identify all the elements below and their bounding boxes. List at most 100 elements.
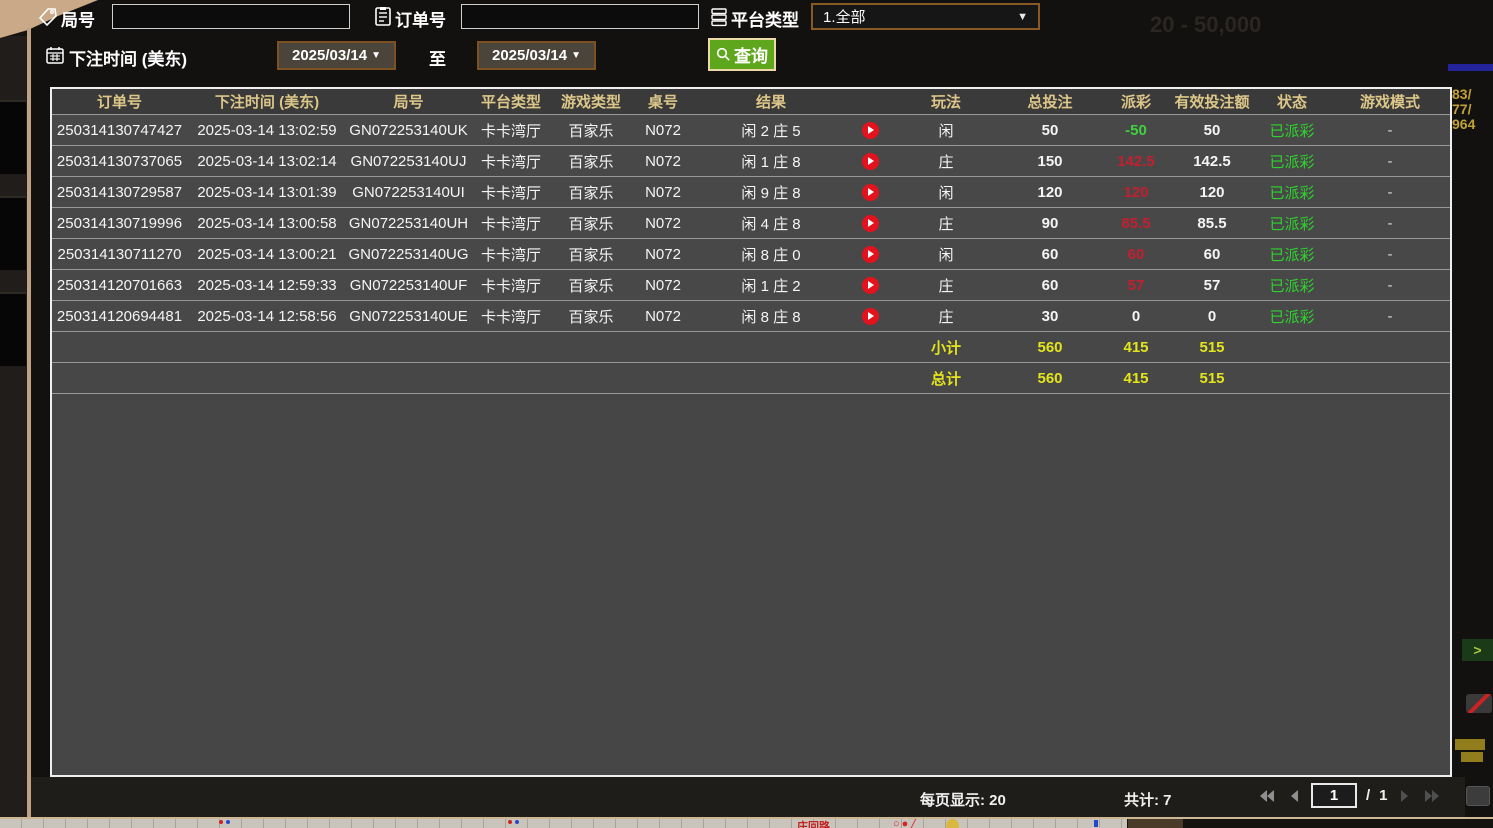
cell-result: 闲 4 庄 8 [696, 213, 846, 234]
query-button[interactable]: 查询 [708, 38, 776, 71]
play-video-button[interactable] [862, 277, 879, 294]
caret-down-icon: ▼ [571, 50, 581, 61]
cell-game: 百家乐 [552, 306, 630, 327]
header-platform: 平台类型 [470, 91, 552, 112]
background-tan-strip [27, 28, 31, 817]
date-to-picker[interactable]: 2025/03/14 ▼ [477, 41, 596, 70]
query-button-label: 查询 [734, 42, 768, 67]
page-number-input[interactable] [1311, 783, 1357, 808]
date-from-value: 2025/03/14 [292, 47, 367, 64]
cell-platform: 卡卡湾厅 [470, 244, 552, 265]
cell-time: 2025-03-14 13:00:58 [187, 215, 347, 232]
cell-playtype: 闲 [894, 120, 998, 141]
subtotal-row-playtype: 小计 [894, 337, 998, 358]
order-id-input[interactable] [461, 4, 699, 29]
play-video-button[interactable] [862, 308, 879, 325]
play-video-button[interactable] [862, 215, 879, 232]
table-row: 2503141307112702025-03-14 13:00:21GN0722… [52, 239, 1450, 270]
cell-round: GN072253140UI [347, 184, 470, 201]
cell-replay [846, 152, 894, 170]
cell-result: 闲 8 庄 0 [696, 244, 846, 265]
cell-payout: 0 [1102, 308, 1170, 325]
cell-playtype: 庄 [894, 306, 998, 327]
cell-valid_bet: 60 [1170, 246, 1254, 263]
platform-type-value: 1.全部 [823, 6, 866, 27]
cell-payout: 57 [1102, 277, 1170, 294]
cell-mode: - [1330, 184, 1450, 201]
header-order: 订单号 [52, 91, 187, 112]
table-row: 2503141307474272025-03-14 13:02:59GN0722… [52, 115, 1450, 146]
round-id-input[interactable] [112, 4, 350, 29]
cell-table_no: N072 [630, 184, 696, 201]
background-dot [508, 820, 512, 824]
play-video-button[interactable] [862, 153, 879, 170]
platform-type-select[interactable]: 1.全部 ▼ [811, 3, 1040, 30]
table-row: 2503141206944812025-03-14 12:58:56GN0722… [52, 301, 1450, 332]
next-page-button[interactable] [1397, 787, 1412, 805]
background-resize-icon [1466, 786, 1490, 806]
play-icon [868, 250, 874, 258]
cell-total_bet: 150 [998, 153, 1102, 170]
play-video-button[interactable] [862, 246, 879, 263]
cell-result: 闲 8 庄 8 [696, 306, 846, 327]
cell-order: 250314130729587 [52, 184, 187, 201]
header-mode: 游戏模式 [1330, 91, 1450, 112]
clipboard-icon [373, 6, 393, 26]
per-page-label: 每页显示: [920, 792, 985, 809]
cell-result: 闲 9 庄 8 [696, 182, 846, 203]
background-roadmap-symbols: ○●╱ [893, 819, 919, 828]
first-page-button[interactable] [1256, 787, 1278, 805]
play-video-button[interactable] [862, 122, 879, 139]
play-icon [868, 157, 874, 165]
cell-table_no: N072 [630, 215, 696, 232]
play-video-button[interactable] [862, 184, 879, 201]
total-row: 总计560415515 [52, 363, 1450, 394]
cell-order: 250314130711270 [52, 246, 187, 263]
background-sidebar-block [0, 292, 26, 366]
cell-mode: - [1330, 246, 1450, 263]
background-artifact-limit-text: 20 - 50,000 [1150, 12, 1261, 38]
play-icon [868, 188, 874, 196]
orders-table: 订单号下注时间 (美东)局号平台类型游戏类型桌号结果玩法总投注派彩有效投注额状态… [50, 87, 1452, 777]
play-icon [868, 126, 874, 134]
play-icon [868, 219, 874, 227]
cell-valid_bet: 120 [1170, 184, 1254, 201]
background-dot [515, 820, 519, 824]
per-page-value: 20 [989, 792, 1006, 809]
header-table_no: 桌号 [630, 91, 696, 112]
bet-history-screen: 20 - 50,000 局号 订单号 平台类型 1.全部 ▼ 下注时间 (美东)… [0, 0, 1493, 828]
header-valid_bet: 有效投注额 [1170, 91, 1254, 112]
prev-page-button[interactable] [1287, 787, 1302, 805]
bet-time-label: 下注时间 (美东) [69, 45, 187, 70]
cell-time: 2025-03-14 13:00:21 [187, 246, 347, 263]
tag-icon [38, 7, 58, 27]
cell-valid_bet: 50 [1170, 122, 1254, 139]
cell-playtype: 闲 [894, 244, 998, 265]
background-roadmap-label: 庄回路 [797, 819, 830, 828]
subtotal-row-payout: 415 [1102, 339, 1170, 356]
cell-platform: 卡卡湾厅 [470, 275, 552, 296]
cell-replay [846, 276, 894, 294]
cell-valid_bet: 0 [1170, 308, 1254, 325]
play-icon [868, 281, 874, 289]
cell-table_no: N072 [630, 122, 696, 139]
footer-bar [31, 777, 1465, 817]
cell-order: 250314120701663 [52, 277, 187, 294]
cell-status: 已派彩 [1254, 182, 1330, 203]
platform-list-icon [709, 7, 729, 27]
cell-payout: 85.5 [1102, 215, 1170, 232]
background-text-fragment: 83/ [1452, 86, 1471, 102]
cell-round: GN072253140UK [347, 122, 470, 139]
header-game: 游戏类型 [552, 91, 630, 112]
cell-replay [846, 214, 894, 232]
cell-game: 百家乐 [552, 120, 630, 141]
background-sidebar-block [0, 196, 26, 270]
background-blue-bar [1448, 64, 1493, 71]
header-total_bet: 总投注 [998, 91, 1102, 112]
cell-replay [846, 245, 894, 263]
last-page-button[interactable] [1421, 787, 1443, 805]
cell-mode: - [1330, 308, 1450, 325]
date-from-picker[interactable]: 2025/03/14 ▼ [277, 41, 396, 70]
per-page-text: 每页显示: 20 [920, 789, 1006, 810]
date-to-connector: 至 [429, 45, 446, 70]
